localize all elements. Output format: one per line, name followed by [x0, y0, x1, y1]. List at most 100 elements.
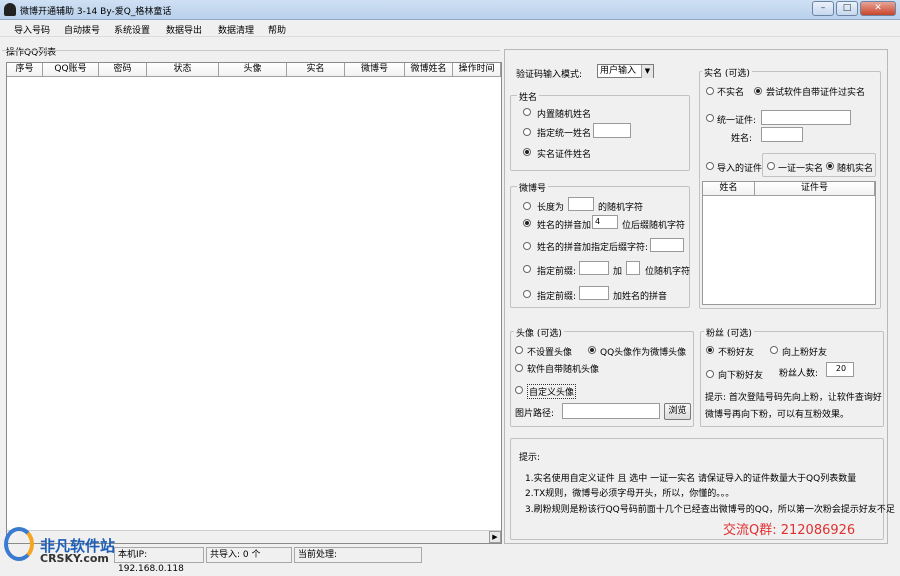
realname-radio-random[interactable]: [826, 162, 834, 170]
menu-autodial[interactable]: 自动拨号: [64, 23, 100, 36]
col-header-time[interactable]: 操作时间: [453, 63, 501, 77]
fans-radio-up[interactable]: [770, 346, 778, 354]
avatar-opt-custom: 自定义头像: [527, 384, 577, 399]
fans-count-input[interactable]: 20: [826, 362, 854, 377]
avatar-path-input[interactable]: [562, 403, 660, 419]
menu-clean[interactable]: 数据清理: [218, 23, 254, 36]
name-radio-realid[interactable]: [523, 148, 531, 156]
col-header-qq[interactable]: QQ账号: [43, 63, 99, 77]
realname-sub-random: 随机实名: [837, 164, 874, 174]
col-header-weibo[interactable]: 微博号: [345, 63, 405, 77]
weibo-opt4-a: 指定前缀:: [537, 267, 577, 277]
captcha-label: 验证码输入模式:: [516, 70, 583, 80]
fans-group-label: 粉丝 (可选): [704, 326, 754, 339]
name-radio-fixed[interactable]: [523, 128, 531, 136]
col-header-password[interactable]: 密码: [99, 63, 147, 77]
avatar-radio-builtin[interactable]: [515, 364, 523, 372]
realname-id-input[interactable]: [761, 110, 851, 125]
weibo-opt3: 姓名的拼音加指定后缀字符:: [537, 243, 649, 253]
weibo-opt2-a: 姓名的拼音加: [537, 221, 592, 231]
qq-list[interactable]: 序号 QQ账号 密码 状态 头像 实名 微博号 微博姓名 操作时间 ▶: [6, 62, 502, 544]
realname-name-input[interactable]: [761, 127, 803, 142]
col-header-realname[interactable]: 实名: [287, 63, 345, 77]
weibo-opt2-b: 位后缀随机字符: [622, 221, 686, 231]
weibo-radio-length[interactable]: [523, 202, 531, 210]
weibo-radio-prefix-random[interactable]: [523, 265, 531, 273]
id-col-name[interactable]: 姓名: [703, 182, 755, 196]
fans-radio-none[interactable]: [706, 346, 714, 354]
realname-group-label: 实名 (可选): [702, 66, 752, 79]
title-bar: 微博开通辅助 3-14 By-爱Q_格林童话 – □ ✕: [0, 0, 900, 20]
menu-settings[interactable]: 系统设置: [114, 23, 150, 36]
tip-line-1: 1.实名使用自定义证件 且 选中 一证一实名 请保证导入的证件数量大于QQ列表数…: [525, 474, 857, 484]
avatar-radio-custom[interactable]: [515, 386, 523, 394]
list-divider: [2, 50, 500, 51]
watermark-en: CRSKY.com: [40, 552, 109, 565]
weibo-group-label: 微博号: [517, 181, 549, 194]
realname-opt-builtin: 尝试软件自带证件过实名: [766, 88, 866, 98]
avatar-radio-qq[interactable]: [588, 346, 596, 354]
weibo-opt1-b: 的随机字符: [598, 203, 644, 213]
weibo-opt1-a: 长度为: [537, 203, 565, 213]
realname-radio-imported[interactable]: [706, 162, 714, 170]
avatar-opt-none: 不设置头像: [527, 348, 573, 358]
avatar-path-label: 图片路径:: [515, 409, 555, 419]
weibo-opt5-a: 指定前缀:: [537, 292, 577, 302]
weibo-length-input[interactable]: [568, 197, 594, 211]
col-header-status[interactable]: 状态: [147, 63, 219, 77]
weibo-opt5-b: 加姓名的拼音: [613, 292, 668, 302]
scroll-right-icon[interactable]: ▶: [489, 531, 501, 543]
status-ip: 本机IP: 192.168.0.118: [114, 547, 204, 574]
realname-opt-none: 不实名: [717, 88, 745, 98]
watermark-logo-icon: [4, 527, 34, 561]
id-col-number[interactable]: 证件号: [755, 182, 875, 196]
col-header-weibo-name[interactable]: 微博姓名: [405, 63, 453, 77]
close-button[interactable]: ✕: [860, 1, 896, 16]
captcha-select[interactable]: 用户输入 ▼: [597, 64, 654, 78]
tips-title: 提示:: [519, 453, 541, 463]
avatar-group-label: 头像 (可选): [514, 326, 564, 339]
weibo-prefix2-input[interactable]: [579, 286, 609, 300]
menu-import[interactable]: 导入号码: [14, 23, 50, 36]
captcha-value: 用户输入: [600, 66, 637, 76]
name-group-label: 姓名: [517, 90, 540, 103]
col-header-index[interactable]: 序号: [7, 63, 43, 77]
menu-export[interactable]: 数据导出: [166, 23, 202, 36]
realname-sub-one-id: 一证一实名: [778, 164, 824, 174]
weibo-prefix-input[interactable]: [579, 261, 609, 275]
name-opt-realid: 实名证件姓名: [537, 150, 592, 160]
maximize-button[interactable]: □: [836, 1, 858, 16]
name-opt-fixed: 指定统一姓名: [537, 129, 592, 139]
realname-radio-builtin[interactable]: [754, 87, 762, 95]
browse-button[interactable]: 浏览: [664, 403, 691, 420]
name-radio-builtin[interactable]: [523, 108, 531, 116]
chevron-down-icon[interactable]: ▼: [641, 65, 653, 78]
weibo-opt4-c: 位随机字符: [645, 267, 691, 277]
fans-opt-up: 向上粉好友: [782, 348, 828, 358]
weibo-radio-pinyin-suffix[interactable]: [523, 242, 531, 250]
col-header-avatar[interactable]: 头像: [219, 63, 287, 77]
status-current: 当前处理:: [294, 547, 422, 563]
realname-opt-unified: 统一证件:: [717, 116, 757, 126]
qq-group-text: 交流Q群: 212086926: [723, 523, 856, 538]
id-list[interactable]: 姓名 证件号: [702, 181, 876, 305]
weibo-radio-prefix-pinyin[interactable]: [523, 290, 531, 298]
fans-count-label: 粉丝人数:: [779, 369, 819, 379]
window-title: 微博开通辅助 3-14 By-爱Q_格林童话: [20, 7, 172, 17]
weibo-suffix-input[interactable]: [650, 238, 684, 252]
fans-radio-down[interactable]: [706, 370, 714, 378]
fans-hint-line1: 提示: 首次登陆号码先向上粉，让软件查询好: [705, 393, 882, 403]
name-fixed-input[interactable]: [593, 123, 631, 138]
minimize-button[interactable]: –: [812, 1, 834, 16]
realname-radio-unified[interactable]: [706, 114, 714, 122]
weibo-opt4-b: 加: [613, 267, 623, 277]
menu-help[interactable]: 帮助: [268, 23, 286, 36]
realname-radio-none[interactable]: [706, 87, 714, 95]
tip-line-3: 3.刷粉规则是粉该行QQ号码前面十几个已经查出微博号的QQ，所以第一次粉会提示好…: [525, 505, 895, 515]
avatar-radio-none[interactable]: [515, 346, 523, 354]
weibo-suffix-count-input[interactable]: 4: [592, 215, 618, 229]
fans-opt-down: 向下粉好友: [718, 371, 764, 381]
weibo-radio-pinyin-random[interactable]: [523, 219, 531, 227]
weibo-random-count-input[interactable]: [626, 261, 640, 275]
realname-radio-one-id[interactable]: [767, 162, 775, 170]
